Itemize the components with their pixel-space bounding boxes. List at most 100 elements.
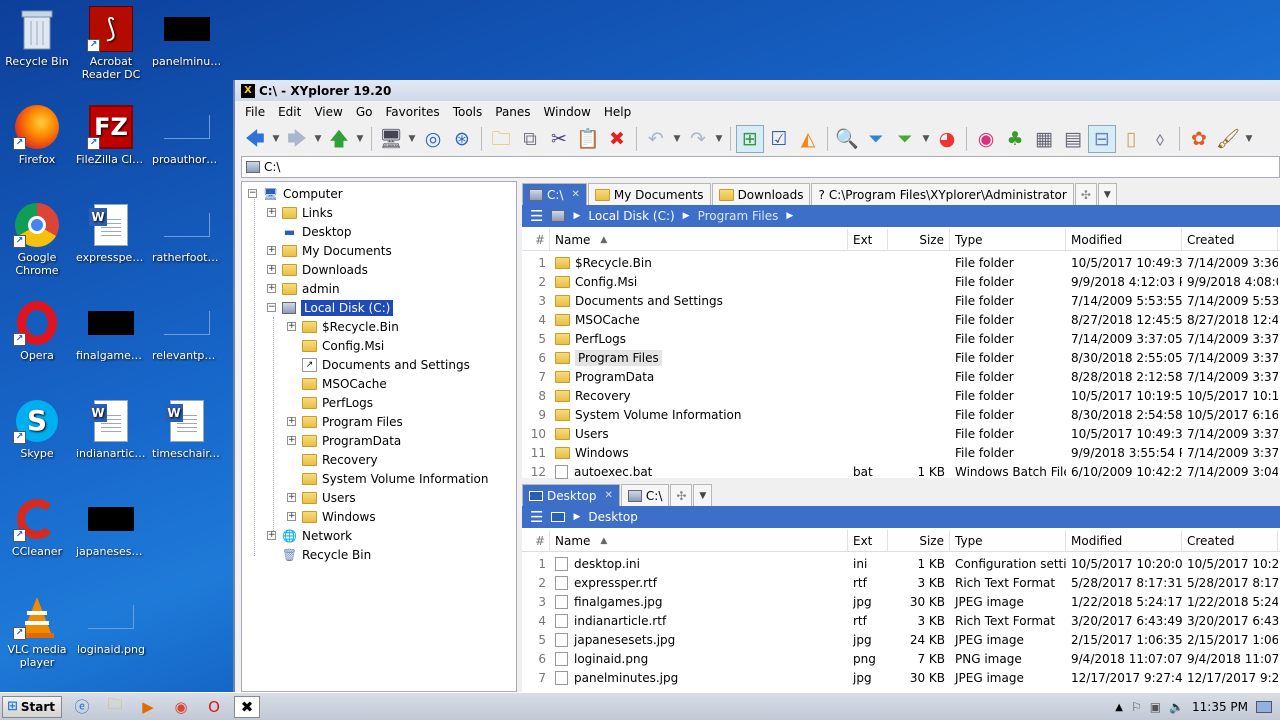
file-row[interactable]: 5 japanesesets.jpg jpg 24 KB JPEG image 2/15/… [522,630,1280,649]
details-view-icon[interactable]: ▤ [1059,125,1087,153]
col-ext[interactable]: Ext [848,530,888,551]
tree-item-recycle-bin[interactable]: 🗑 Recycle Bin [282,545,371,564]
tree-item-msocache[interactable]: MSOCache [302,374,387,393]
new-tab-button[interactable]: ✣ [670,484,693,506]
desktop-icon-indianarticle[interactable]: W indianarticle.... [74,398,148,460]
computer-icon[interactable]: 🖥 [377,125,405,153]
file-row[interactable]: 8 Recovery File folder 10/5/2017 10:19:5...… [522,386,1280,405]
pie-chart-icon[interactable]: ◕ [933,125,961,153]
tab-desktop[interactable]: Desktop ✕ [522,484,620,506]
menu-edit[interactable]: Edit [278,105,301,119]
start-button[interactable]: ⊞ Start [2,695,63,718]
expand-icon[interactable]: + [267,284,276,293]
forward-icon[interactable]: 🡆 [283,125,311,153]
address-bar[interactable]: C:\ [241,156,1280,178]
new-folder-icon[interactable]: 🗀 [487,125,515,153]
file-row[interactable]: 12 autoexec.bat bat 1 KB Windows Batch File 6… [522,462,1280,481]
tree-item-admin[interactable]: + admin [267,279,340,298]
desktop-icon-chrome[interactable]: ↗ Google Chrome [0,202,74,277]
find-files-icon[interactable]: ⊛ [448,125,476,153]
file-row[interactable]: 4 indianarticle.rtf rtf 3 KB Rich Text Forma… [522,611,1280,630]
tree-item-windows[interactable]: + Windows [287,507,376,526]
close-tab-icon[interactable]: ✕ [571,189,579,200]
menu-help[interactable]: Help [604,105,631,119]
media-player-icon[interactable]: ▶ [135,696,161,718]
menu-view[interactable]: View [314,105,342,119]
preview-pane-icon[interactable]: ▯ [1117,125,1145,153]
green-filter-icon[interactable]: ⏷ [891,125,919,153]
redo-dropdown-icon[interactable]: ▼ [713,125,725,153]
checkbox-icon[interactable]: ☑ [765,125,793,153]
collapse-icon[interactable]: − [248,189,257,198]
tab-c-drive[interactable]: C:\ ✕ [522,183,587,205]
expand-icon[interactable]: + [267,246,276,255]
new-tab-button[interactable]: ✣ [1074,183,1097,205]
breadcrumb-local-disk[interactable]: Local Disk (C:) [588,209,674,223]
menu-icon[interactable]: ☰ [530,207,543,225]
col-size[interactable]: Size [888,530,950,551]
col-type[interactable]: Type [950,530,1066,551]
tree-item-links[interactable]: + Links [267,203,333,222]
file-row[interactable]: 3 Documents and Settings File folder 7/14/2… [522,291,1280,310]
file-row[interactable]: 2 expressper.rtf rtf 3 KB Rich Text Format 5/… [522,573,1280,592]
color-filter-icon[interactable]: ✿ [1185,125,1213,153]
file-row[interactable]: 7 panelminutes.jpg jpg 30 KB JPEG image 12/17… [522,668,1280,687]
undo-icon[interactable]: ↶ [642,125,670,153]
breadcrumb-desktop[interactable]: Desktop [588,510,638,524]
filter-dropdown-icon[interactable]: ▼ [920,125,932,153]
tree-item-program-files[interactable]: + Program Files [287,412,403,431]
tab-program-files-xyplorer[interactable]: ? C:\Program Files\XYplorer\Administrator [811,183,1074,205]
tree-item-downloads[interactable]: + Downloads [267,260,368,279]
customize-dropdown-icon[interactable]: ▼ [1243,125,1255,153]
col-number[interactable]: # [522,229,550,250]
col-created[interactable]: Created [1182,530,1278,551]
back-dropdown-icon[interactable]: ▼ [270,125,282,153]
undo-dropdown-icon[interactable]: ▼ [671,125,683,153]
col-created[interactable]: Created [1182,229,1278,250]
volume-icon[interactable]: 🔈 [1169,700,1184,714]
thumbnails-icon[interactable]: ▦ [1030,125,1058,153]
forward-dropdown-icon[interactable]: ▼ [312,125,324,153]
paste-icon[interactable]: 📋 [574,125,602,153]
flag-icon[interactable]: ⚐ [1131,700,1142,714]
xyplorer-taskbar-icon[interactable]: ✖ [234,695,261,718]
desktop-icon-firefox[interactable]: ↗ Firefox [0,104,74,166]
tree-icon[interactable]: ♣ [1001,125,1029,153]
expand-icon[interactable]: + [287,436,296,445]
col-name[interactable]: Name ▲ [550,530,848,551]
tab-my-documents[interactable]: My Documents [587,183,711,205]
desktop-icon-skype[interactable]: S ↗ Skype [0,398,74,460]
show-hidden-icons-icon[interactable]: ▲ [1115,702,1123,713]
col-ext[interactable]: Ext [848,229,888,250]
col-size[interactable]: Size [888,229,950,250]
menu-favorites[interactable]: Favorites [385,105,439,119]
col-modified[interactable]: Modified [1066,530,1182,551]
tree-item-system-volume-information[interactable]: System Volume Information [302,469,488,488]
drives-dropdown-icon[interactable]: ▼ [406,125,418,153]
file-row[interactable]: 1 $Recycle.Bin File folder 10/5/2017 10:49:… [522,253,1280,272]
desktop-icon-proauthors[interactable]: proauthors.... [150,104,224,166]
window-titlebar[interactable]: X C:\ - XYplorer 19.20 [235,80,1280,101]
desktop-icon-vlc[interactable]: ↗ VLC media player [0,594,74,669]
filter-icon[interactable]: ⏷ [862,125,890,153]
desktop-icon-recycle-bin[interactable]: Recycle Bin [0,6,74,68]
tree-item-users[interactable]: + Users [287,488,356,507]
tree-item-my-documents[interactable]: + My Documents [267,241,392,260]
menu-go[interactable]: Go [356,105,373,119]
file-row[interactable]: 9 System Volume Information File folder 8/3… [522,405,1280,424]
col-name[interactable]: Name ▲ [550,229,848,250]
desktop-icon-japaneseset[interactable]: japaneseset... [74,496,148,558]
file-row[interactable]: 1 desktop.ini ini 1 KB Configuration setti..… [522,554,1280,573]
desktop-icon-ratherfootb[interactable]: ratherfootb... [150,202,224,264]
col-modified[interactable]: Modified [1066,229,1182,250]
show-desktop-icon[interactable] [1256,701,1272,713]
tree-item-desktop[interactable]: ▬ Desktop [282,222,352,241]
desktop-icon-relevantpoi[interactable]: relevantpoi... [150,300,224,362]
tree-item-network[interactable]: + 🌐 Network [267,526,352,545]
clock[interactable]: 11:35 PM [1192,700,1248,714]
opera-icon[interactable]: O [201,696,227,718]
file-row[interactable]: 11 Windows File folder 9/9/2018 3:55:54 P..… [522,443,1280,462]
file-row[interactable]: 6 Program Files File folder 8/30/2018 2:55:… [522,348,1280,367]
highlight-icon[interactable]: ◭ [794,125,822,153]
menu-icon[interactable]: ☰ [530,508,543,526]
